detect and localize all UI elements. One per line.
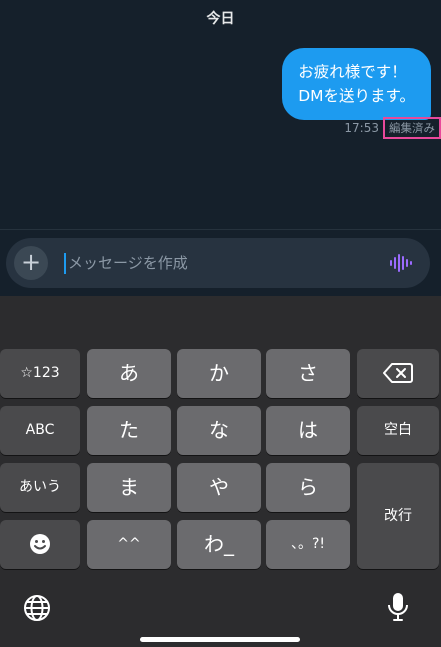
voice-wave-icon[interactable]	[390, 253, 412, 273]
emoji-key[interactable]	[0, 520, 80, 569]
key-wa[interactable]: わ_	[177, 520, 261, 569]
sent-message-bubble[interactable]: お疲れ様です！ DMを送ります。	[282, 48, 431, 120]
key-ma[interactable]: ま	[87, 463, 171, 512]
microphone-icon[interactable]	[386, 591, 410, 623]
message-meta: 17:53 編集済み	[344, 117, 441, 139]
key-ta[interactable]: た	[87, 406, 171, 455]
key-ha[interactable]: は	[266, 406, 350, 455]
key-punctuation[interactable]: 、。?!	[266, 520, 350, 569]
message-line-1: お疲れ様です！	[298, 63, 407, 81]
add-media-button[interactable]: +	[14, 246, 48, 280]
key-sa[interactable]: さ	[266, 349, 350, 398]
home-indicator[interactable]	[140, 637, 300, 642]
key-ka[interactable]: か	[177, 349, 261, 398]
message-thread[interactable]: 今日 お疲れ様です！ DMを送ります。 17:53 編集済み	[0, 0, 441, 230]
key-small-kana[interactable]: ^^	[87, 520, 171, 569]
edited-label[interactable]: 編集済み	[383, 117, 441, 139]
key-ya[interactable]: や	[177, 463, 261, 512]
composer-bar: + メッセージを作成	[0, 230, 441, 296]
key-123[interactable]: ☆123	[0, 349, 80, 398]
key-aiu[interactable]: あいう	[0, 463, 80, 512]
emoji-icon	[30, 534, 50, 554]
return-key[interactable]: 改行	[357, 463, 439, 569]
space-key[interactable]: 空白	[357, 406, 439, 455]
message-input[interactable]: メッセージを作成	[68, 253, 188, 273]
key-na[interactable]: な	[177, 406, 261, 455]
text-cursor	[64, 253, 66, 274]
key-ra[interactable]: ら	[266, 463, 350, 512]
message-line-2: DMを送ります。	[298, 87, 415, 105]
keyboard: ☆123 あ か さ ABC た な は 空白 あいう ま や ら 改行 ^^ …	[0, 296, 441, 647]
dm-screen: 今日 お疲れ様です！ DMを送ります。 17:53 編集済み + メッセージを作…	[0, 0, 441, 647]
globe-icon[interactable]	[22, 593, 52, 623]
backspace-icon	[383, 363, 413, 383]
backspace-key[interactable]	[357, 349, 439, 398]
key-abc[interactable]: ABC	[0, 406, 80, 455]
message-composer[interactable]: + メッセージを作成	[6, 238, 430, 288]
message-time: 17:53	[344, 121, 379, 135]
key-a[interactable]: あ	[87, 349, 171, 398]
date-separator: 今日	[206, 11, 235, 27]
